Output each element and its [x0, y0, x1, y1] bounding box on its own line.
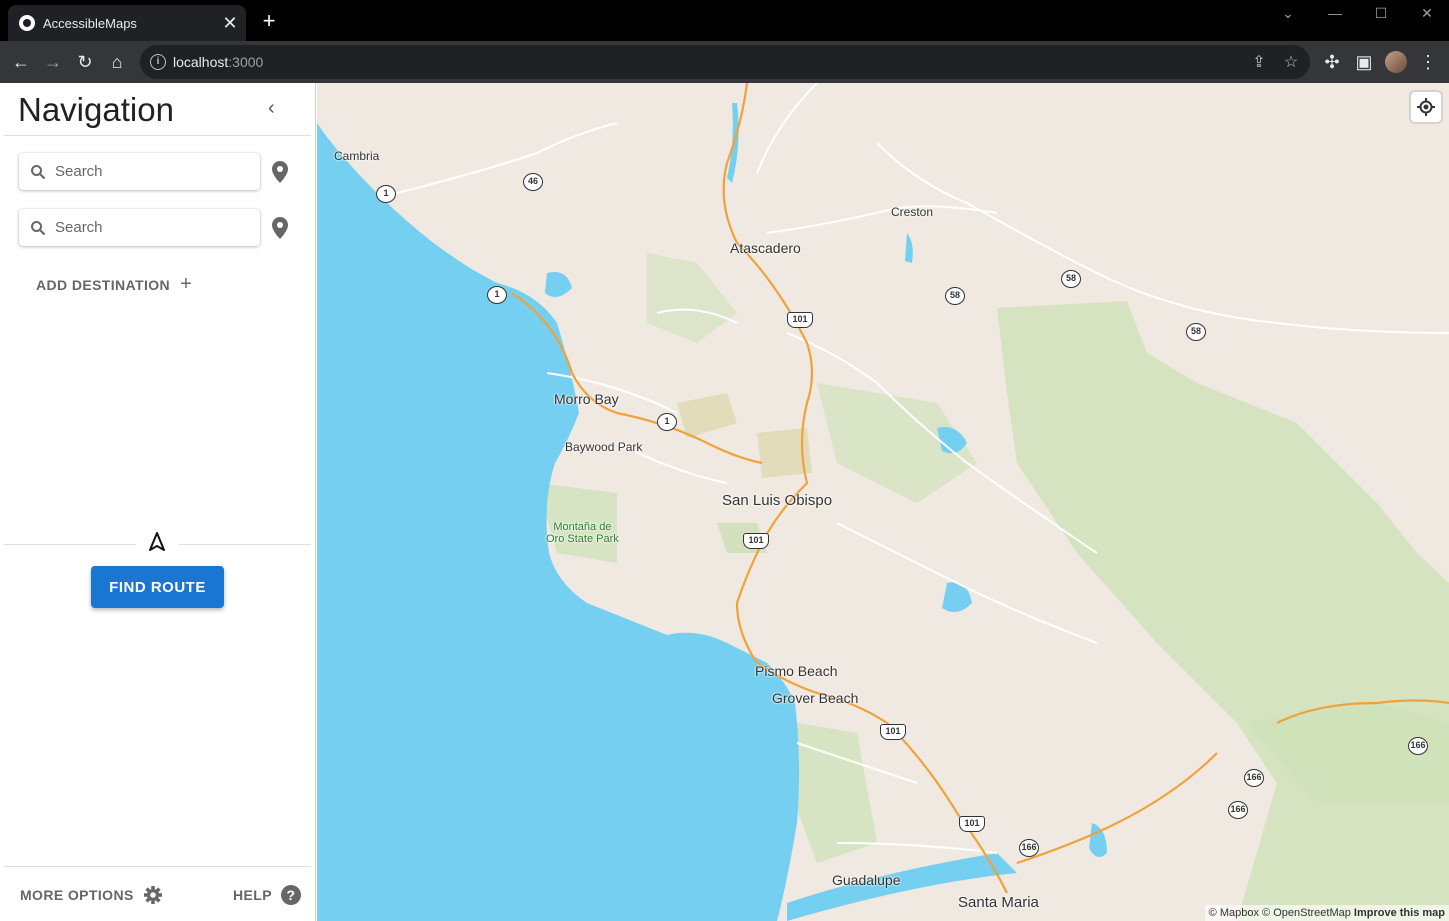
- route-shield: 166: [1244, 769, 1264, 787]
- place-label: Cambria: [334, 149, 380, 163]
- gear-icon: [143, 885, 163, 905]
- destination-search-field[interactable]: [19, 209, 260, 246]
- browser-toolbar: ← → ↻ ⌂ i localhost:3000 ⇪ ☆ ✣ ▣ ⋮: [0, 41, 1449, 83]
- side-panel-icon[interactable]: ▣: [1350, 48, 1378, 76]
- reload-icon[interactable]: ↻: [71, 48, 99, 76]
- route-shield: 1: [657, 413, 677, 431]
- help-button[interactable]: HELP ?: [233, 885, 301, 905]
- route-shield: 166: [1228, 801, 1248, 819]
- globe-icon: [19, 15, 35, 31]
- page-title: Navigation: [18, 91, 174, 128]
- mapbox-attribution-link[interactable]: © Mapbox: [1209, 907, 1259, 919]
- location-pin-icon[interactable]: [272, 217, 288, 239]
- park-label-line2: Oro State Park: [546, 533, 619, 545]
- back-icon[interactable]: ←: [7, 48, 35, 76]
- route-divider-left: [4, 544, 136, 545]
- place-label: Baywood Park: [565, 440, 643, 454]
- osm-attribution-link[interactable]: © OpenStreetMap: [1262, 907, 1351, 919]
- place-label: Guadalupe: [832, 872, 901, 888]
- menu-kebab-icon[interactable]: ⋮: [1414, 48, 1442, 76]
- map-canvas[interactable]: Cambria Creston Atascadero Morro Bay Bay…: [317, 83, 1449, 921]
- origin-search-field[interactable]: [19, 153, 260, 190]
- help-label: HELP: [233, 887, 272, 903]
- route-shield: 101: [880, 724, 906, 740]
- crosshair-icon: [1417, 98, 1435, 116]
- place-label: Atascadero: [730, 240, 801, 256]
- browser-tab[interactable]: AccessibleMaps ✕: [8, 5, 246, 41]
- profile-avatar[interactable]: [1385, 51, 1407, 73]
- forward-icon[interactable]: →: [39, 48, 67, 76]
- maximize-icon[interactable]: ☐: [1358, 2, 1404, 24]
- page-viewport: Navigation ‹ ADD DESTINATION +: [0, 83, 1449, 921]
- bookmark-star-icon[interactable]: ☆: [1280, 52, 1302, 72]
- new-tab-button[interactable]: +: [256, 8, 282, 34]
- map-basemap: [317, 83, 1449, 921]
- close-window-icon[interactable]: ✕: [1404, 2, 1449, 24]
- plus-icon: +: [180, 273, 193, 295]
- close-tab-icon[interactable]: ✕: [218, 13, 242, 34]
- search-icon: [30, 220, 46, 236]
- route-divider-right: [179, 544, 311, 545]
- navigation-sidebar: Navigation ‹ ADD DESTINATION +: [0, 83, 316, 921]
- url-text: localhost:3000: [173, 54, 264, 70]
- browser-tab-bar: AccessibleMaps ✕ + ⌄ — ☐ ✕: [0, 0, 1449, 41]
- search-icon: [30, 164, 46, 180]
- help-icon: ?: [280, 885, 301, 905]
- park-label-line1: Montaña de: [553, 521, 612, 533]
- destination-search-input[interactable]: [55, 219, 245, 236]
- route-shield: 46: [523, 173, 543, 191]
- place-label: Pismo Beach: [755, 663, 838, 679]
- location-pin-icon[interactable]: [272, 161, 288, 183]
- find-route-button[interactable]: FIND ROUTE: [91, 566, 224, 608]
- route-shield: 58: [945, 287, 965, 305]
- route-shield: 58: [1061, 270, 1081, 288]
- minimize-icon[interactable]: —: [1312, 2, 1358, 24]
- add-destination-button[interactable]: ADD DESTINATION +: [36, 273, 192, 296]
- tab-search-icon[interactable]: ⌄: [1265, 2, 1311, 24]
- header-divider: [4, 135, 311, 136]
- share-icon[interactable]: ⇪: [1248, 52, 1270, 72]
- route-shield: 166: [1408, 737, 1428, 755]
- place-label: Morro Bay: [554, 391, 619, 407]
- add-destination-label: ADD DESTINATION: [36, 276, 171, 293]
- improve-map-link[interactable]: Improve this map: [1354, 907, 1445, 919]
- home-icon[interactable]: ⌂: [103, 48, 131, 76]
- map-attribution: © Mapbox © OpenStreetMap Improve this ma…: [1204, 905, 1449, 921]
- origin-search-input[interactable]: [55, 163, 245, 180]
- route-shield: 166: [1019, 839, 1039, 857]
- more-options-button[interactable]: MORE OPTIONS: [20, 885, 163, 905]
- route-shield: 1: [376, 185, 396, 203]
- place-label: Creston: [891, 205, 934, 219]
- route-shield: 101: [743, 533, 769, 549]
- place-label: Grover Beach: [772, 690, 859, 706]
- place-label: Santa Maria: [958, 894, 1039, 911]
- park-label: Montaña de Oro State Park: [546, 521, 619, 545]
- route-shield: 101: [787, 312, 813, 328]
- route-shield: 1: [487, 286, 507, 304]
- collapse-sidebar-icon[interactable]: ‹: [268, 97, 288, 119]
- geolocate-button[interactable]: [1411, 92, 1441, 122]
- more-options-label: MORE OPTIONS: [20, 887, 134, 903]
- tab-title: AccessibleMaps: [43, 15, 137, 31]
- address-bar[interactable]: i localhost:3000 ⇪ ☆: [140, 45, 1310, 79]
- route-shield: 58: [1186, 323, 1206, 341]
- info-icon[interactable]: i: [150, 54, 166, 70]
- footer-divider: [4, 866, 311, 867]
- navigation-arrow-icon: [148, 532, 166, 552]
- extensions-icon[interactable]: ✣: [1318, 48, 1346, 76]
- route-shield: 101: [959, 816, 985, 832]
- place-label: San Luis Obispo: [722, 492, 833, 509]
